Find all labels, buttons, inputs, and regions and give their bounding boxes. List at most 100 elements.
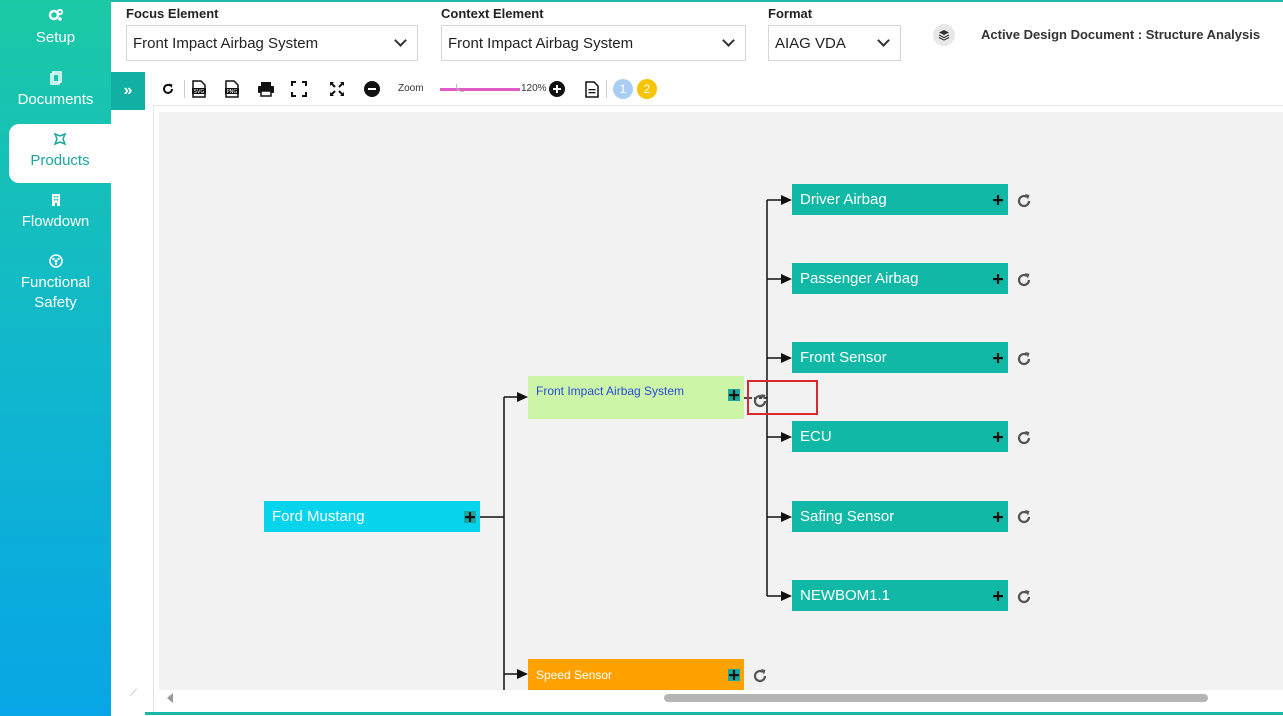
node-label: ECU	[800, 428, 832, 445]
format-label: Format	[768, 6, 813, 21]
sidebar-item-setup[interactable]: Setup	[0, 8, 111, 48]
zoom-in-button[interactable]	[546, 78, 568, 100]
layers-button[interactable]	[933, 24, 955, 46]
sidebar-item-documents[interactable]: Documents	[0, 70, 111, 110]
context-element-value: Front Impact Airbag System	[448, 35, 634, 52]
export-png-button[interactable]: PNG	[221, 78, 243, 100]
bottom-accent-line	[145, 712, 1283, 715]
node-label: Safing Sensor	[800, 508, 895, 525]
node-driver-airbag[interactable]: Driver Airbag	[792, 184, 1008, 215]
svg-text:SVG: SVG	[194, 89, 205, 95]
refresh-icon[interactable]	[1015, 192, 1033, 210]
level-1-badge[interactable]: 1	[613, 79, 633, 99]
refresh-icon[interactable]	[751, 667, 769, 685]
node-speed-sensor[interactable]: Speed Sensor	[528, 659, 744, 690]
node-newbom1-1[interactable]: NEWBOM1.1	[792, 580, 1008, 611]
focus-element-label: Focus Element	[126, 6, 219, 21]
sidebar: Setup Documents Products Flowdown Functi…	[0, 0, 111, 716]
zoom-slider-thumb[interactable]	[456, 84, 464, 92]
format-value: AIAG VDA	[775, 35, 846, 52]
highlight-box	[747, 380, 818, 415]
node-label: NEWBOM1.1	[800, 587, 891, 604]
plus-icon[interactable]	[728, 668, 740, 681]
node-label: Passenger Airbag	[800, 270, 919, 287]
node-ecu[interactable]: ECU	[792, 421, 1008, 452]
zoom-slider[interactable]	[440, 84, 520, 92]
node-passenger-airbag[interactable]: Passenger Airbag	[792, 263, 1008, 294]
resize-handle-icon[interactable]: ⟋	[130, 688, 137, 699]
minus-circle-icon	[364, 81, 380, 97]
divider	[606, 80, 607, 98]
sidebar-item-products[interactable]: Products	[9, 124, 111, 183]
structure-diagram-canvas[interactable]: Ford Mustang Front Impact Airbag System …	[159, 112, 1283, 690]
focus-element-value: Front Impact Airbag System	[133, 35, 319, 52]
refresh-icon[interactable]	[1015, 429, 1033, 447]
document-button[interactable]	[581, 78, 603, 100]
app-root: Setup Documents Products Flowdown Functi…	[0, 0, 1283, 716]
scrollbar-thumb[interactable]	[664, 694, 1208, 702]
plus-icon[interactable]	[992, 431, 1004, 443]
node-safing-sensor[interactable]: Safing Sensor	[792, 501, 1008, 532]
plus-icon[interactable]	[992, 511, 1004, 523]
building-icon	[51, 194, 60, 206]
refresh-icon[interactable]	[1015, 271, 1033, 289]
fit-screen-button[interactable]	[288, 78, 310, 100]
plus-icon[interactable]	[992, 352, 1004, 364]
plus-icon[interactable]	[992, 273, 1004, 285]
plus-circle-icon	[549, 81, 565, 97]
product-icon	[53, 132, 67, 146]
printer-icon	[258, 82, 274, 97]
chevron-down-icon	[394, 34, 407, 47]
focus-element-select[interactable]: Front Impact Airbag System	[126, 25, 418, 61]
plus-icon[interactable]	[728, 389, 740, 401]
scroll-left-arrow-icon[interactable]	[167, 693, 173, 703]
node-front-impact-airbag-system[interactable]: Front Impact Airbag System	[528, 376, 744, 419]
fullscreen-button[interactable]	[326, 78, 348, 100]
print-button[interactable]	[255, 78, 277, 100]
format-select[interactable]: AIAG VDA	[768, 25, 901, 61]
node-front-sensor[interactable]: Front Sensor	[792, 342, 1008, 373]
sidebar-item-label: Functional Safety	[20, 274, 91, 311]
zoom-value: 120%	[521, 83, 547, 94]
chevron-down-icon	[722, 34, 735, 47]
sidebar-item-label: Setup	[35, 29, 76, 46]
plus-icon[interactable]	[464, 510, 476, 523]
node-label: Speed Sensor	[536, 667, 613, 682]
node-label: Front Sensor	[800, 349, 887, 366]
node-label: Driver Airbag	[800, 191, 887, 208]
zoom-label: Zoom	[398, 83, 424, 94]
diagram-toolbar: SVG PNG Zoom 120% 1 2	[153, 72, 1283, 106]
refresh-icon[interactable]	[1015, 588, 1033, 606]
chevron-down-icon	[877, 34, 890, 47]
sidebar-item-label: Documents	[17, 91, 94, 108]
svg-file-icon: SVG	[192, 80, 206, 98]
layers-icon	[938, 30, 950, 41]
png-file-icon: PNG	[225, 80, 239, 98]
sidebar-item-functional-safety[interactable]: Functional Safety	[0, 253, 111, 313]
gears-icon	[48, 8, 63, 21]
context-element-select[interactable]: Front Impact Airbag System	[441, 25, 746, 61]
double-chevron-right-icon: »	[123, 82, 133, 99]
level-2-badge[interactable]: 2	[637, 79, 657, 99]
sidebar-item-flowdown[interactable]: Flowdown	[0, 192, 111, 232]
export-svg-button[interactable]: SVG	[188, 78, 210, 100]
plus-icon[interactable]	[992, 194, 1004, 206]
svg-text:PNG: PNG	[227, 89, 238, 95]
refresh-button[interactable]	[157, 78, 179, 100]
node-root[interactable]: Ford Mustang	[264, 501, 480, 532]
node-label: Front Impact Airbag System	[536, 384, 685, 398]
document-icon	[585, 80, 599, 98]
context-element-label: Context Element	[441, 6, 544, 21]
node-label: Ford Mustang	[272, 508, 365, 525]
sidebar-item-label: Flowdown	[21, 213, 90, 230]
refresh-icon[interactable]	[1015, 350, 1033, 368]
refresh-icon[interactable]	[1015, 508, 1033, 526]
sidebar-item-label: Products	[30, 152, 90, 169]
hazard-icon	[48, 254, 63, 268]
documents-icon	[49, 71, 62, 85]
plus-icon[interactable]	[992, 590, 1004, 602]
expand-panel-button[interactable]: »	[111, 72, 145, 110]
expand-arrows-icon	[330, 82, 344, 96]
horizontal-scrollbar[interactable]	[159, 690, 1283, 706]
zoom-out-button[interactable]	[361, 78, 383, 100]
